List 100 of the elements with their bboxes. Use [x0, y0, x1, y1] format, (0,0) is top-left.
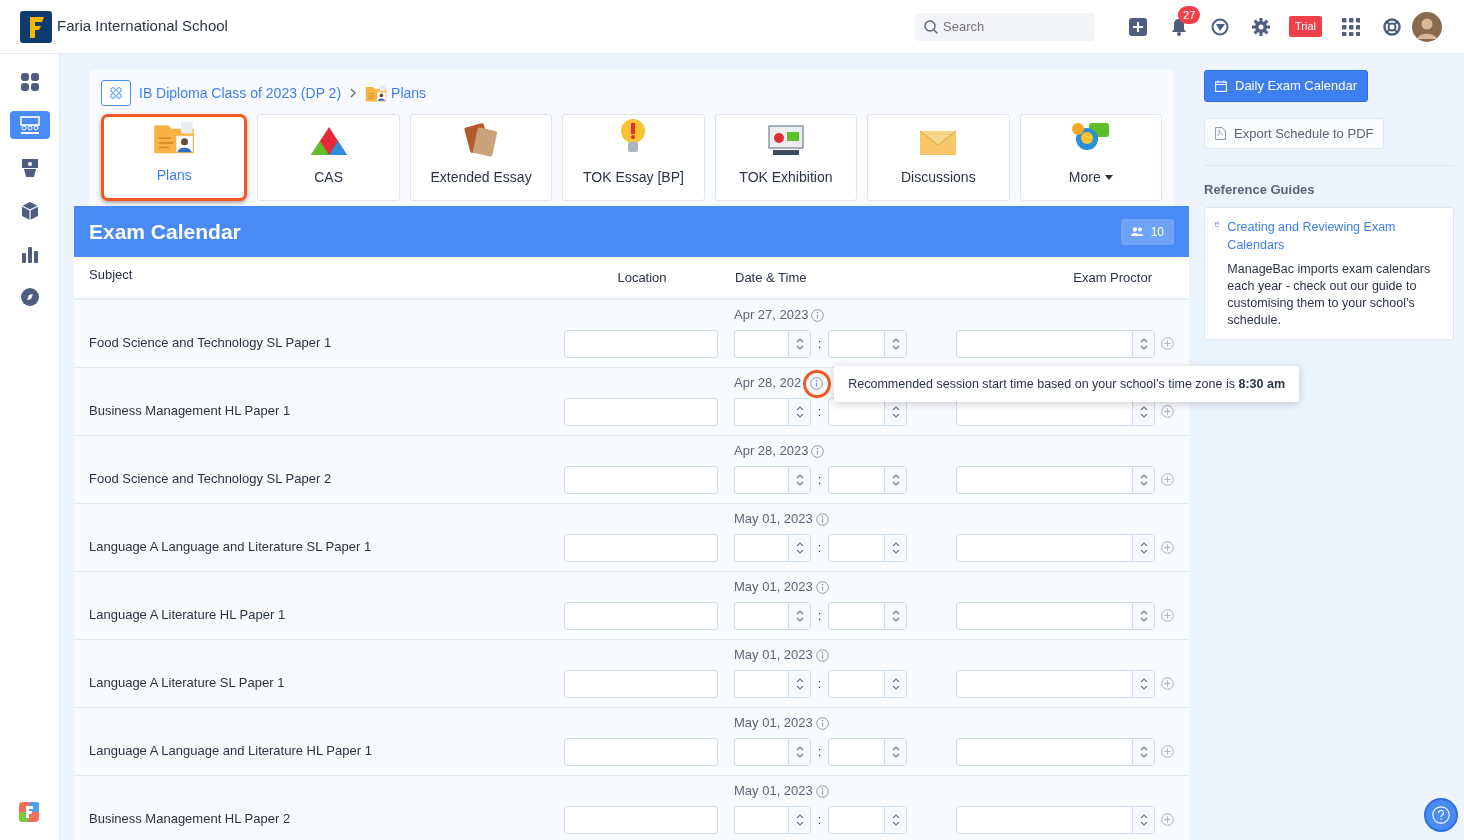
- spinner-arrows-icon: [891, 337, 900, 351]
- app-logo[interactable]: [19, 802, 39, 822]
- minute-field[interactable]: [828, 466, 907, 494]
- tooltip: Recommended session start time based on your school’s time zone is 8:30 am: [834, 365, 1299, 403]
- exam-date: May 01, 2023: [734, 782, 813, 801]
- hour-field[interactable]: [734, 806, 811, 834]
- hour-field[interactable]: [734, 330, 811, 358]
- tab[interactable]: TOK Exhibition: [714, 114, 858, 201]
- calendar-button[interactable]: Daily Exam Calendar: [1204, 70, 1369, 102]
- folder-icon: [153, 119, 196, 155]
- sidebar-item[interactable]: [9, 111, 50, 139]
- minute-field[interactable]: [828, 534, 907, 562]
- info-icon[interactable]: [811, 444, 825, 458]
- proctor-field[interactable]: [956, 806, 1155, 834]
- export-button[interactable]: Export Schedule to PDF: [1204, 117, 1385, 149]
- people-icon: [1130, 227, 1143, 236]
- hour-field[interactable]: [734, 602, 811, 630]
- spinner-arrows-icon: [795, 813, 804, 827]
- spinner-arrows-icon: [891, 405, 900, 419]
- proctor-field[interactable]: [956, 330, 1155, 358]
- spinner-arrows-icon: [795, 337, 804, 351]
- location-field[interactable]: [564, 738, 718, 766]
- add-icon[interactable]: [1128, 17, 1147, 36]
- proctor-field[interactable]: [956, 670, 1155, 698]
- notification-count: 27: [1178, 5, 1201, 24]
- hour-field[interactable]: [734, 466, 811, 494]
- info-icon[interactable]: [815, 716, 829, 730]
- location-field[interactable]: [564, 602, 718, 630]
- spinner-arrows-icon: [1139, 337, 1148, 351]
- tab[interactable]: TOK Essay [BP]: [562, 114, 705, 201]
- presentation-screen-icon: [766, 123, 805, 157]
- breadcrumb-link[interactable]: Plans: [391, 82, 427, 104]
- subject-cell-text: Business Management HL Paper 2: [89, 809, 292, 828]
- hour-field[interactable]: [734, 670, 811, 698]
- time-separator: :: [816, 607, 823, 626]
- spinner-arrows-icon: [891, 813, 900, 827]
- subject-cell-text: Business Management HL Paper 1: [89, 401, 292, 420]
- spinner-arrows-icon: [795, 473, 804, 487]
- minute-field[interactable]: [828, 670, 907, 698]
- time-separator: :: [816, 675, 823, 694]
- school-logo[interactable]: [20, 10, 52, 43]
- hour-field[interactable]: [734, 398, 811, 426]
- location-field[interactable]: [564, 466, 718, 494]
- minute-field[interactable]: [828, 602, 907, 630]
- tab[interactable]: Discussions: [867, 114, 1010, 201]
- help-lifebuoy-icon[interactable]: [1382, 17, 1401, 36]
- info-icon[interactable]: [815, 580, 829, 594]
- member-count-badge: 10: [1120, 218, 1174, 245]
- info-icon[interactable]: [815, 648, 829, 662]
- info-icon[interactable]: [815, 512, 829, 526]
- minute-field[interactable]: [828, 806, 907, 834]
- breadcrumb-link[interactable]: IB Diploma Class of 2023 (DP 2): [139, 82, 342, 104]
- caret-icon: [1104, 175, 1113, 180]
- location-field[interactable]: [564, 398, 718, 426]
- proctor-field[interactable]: [956, 738, 1155, 766]
- tab[interactable]: Plans: [101, 114, 248, 201]
- spinner-arrows-icon: [1139, 473, 1148, 487]
- location-field[interactable]: [564, 330, 718, 358]
- apps-grid-icon[interactable]: [1341, 17, 1360, 36]
- apps-button[interactable]: [101, 80, 131, 106]
- hour-field[interactable]: [734, 534, 811, 562]
- proctor-field[interactable]: [956, 466, 1155, 494]
- time-separator: :: [816, 471, 823, 490]
- folder-icon: [365, 84, 388, 102]
- notification-bell-icon[interactable]: [1170, 17, 1187, 36]
- minute-field[interactable]: [828, 330, 907, 358]
- trial-badge: Trial: [1289, 16, 1322, 37]
- spinner-arrows-icon: [891, 745, 900, 759]
- column-header: Location: [616, 268, 668, 287]
- hour-field[interactable]: [734, 738, 811, 766]
- time-separator: :: [816, 403, 823, 422]
- cube-icon: [19, 201, 40, 221]
- subject-cell-text: Language A Literature SL Paper 1: [89, 673, 286, 692]
- tab[interactable]: More: [1019, 114, 1162, 201]
- location-field[interactable]: [564, 806, 718, 834]
- spinner-arrows-icon: [1139, 677, 1148, 691]
- info-icon[interactable]: [815, 784, 829, 798]
- exam-date: Apr 28, 202: [734, 374, 802, 393]
- time-separator: :: [816, 335, 823, 354]
- guide-description: ManageBac imports exam calendars each year - check out our guide to customising them to your school’s schedule.: [1227, 261, 1432, 329]
- subject-cell-text: Food Science and Technology SL Paper 1: [89, 333, 333, 352]
- help-button[interactable]: [1424, 798, 1458, 832]
- section-title: Reference Guides: [1204, 181, 1316, 199]
- minute-field[interactable]: [828, 738, 907, 766]
- books-icon: [463, 121, 500, 157]
- settings-icon[interactable]: [1251, 17, 1270, 36]
- proctor-field[interactable]: [956, 602, 1155, 630]
- location-field[interactable]: [564, 670, 718, 698]
- time-separator: :: [816, 743, 823, 762]
- info-icon[interactable]: [811, 308, 825, 322]
- location-field[interactable]: [564, 534, 718, 562]
- search-field[interactable]: Search: [915, 12, 1095, 41]
- help-icon: [1432, 804, 1450, 826]
- tab[interactable]: CAS: [257, 114, 400, 201]
- info-icon[interactable]: [810, 376, 824, 390]
- guide-link[interactable]: Creating and Reviewing Exam Calendars: [1227, 217, 1443, 255]
- avatar[interactable]: [1412, 11, 1442, 42]
- proctor-field[interactable]: [956, 534, 1155, 562]
- tab[interactable]: Extended Essay: [409, 114, 553, 201]
- spinner-arrows-icon: [795, 405, 804, 419]
